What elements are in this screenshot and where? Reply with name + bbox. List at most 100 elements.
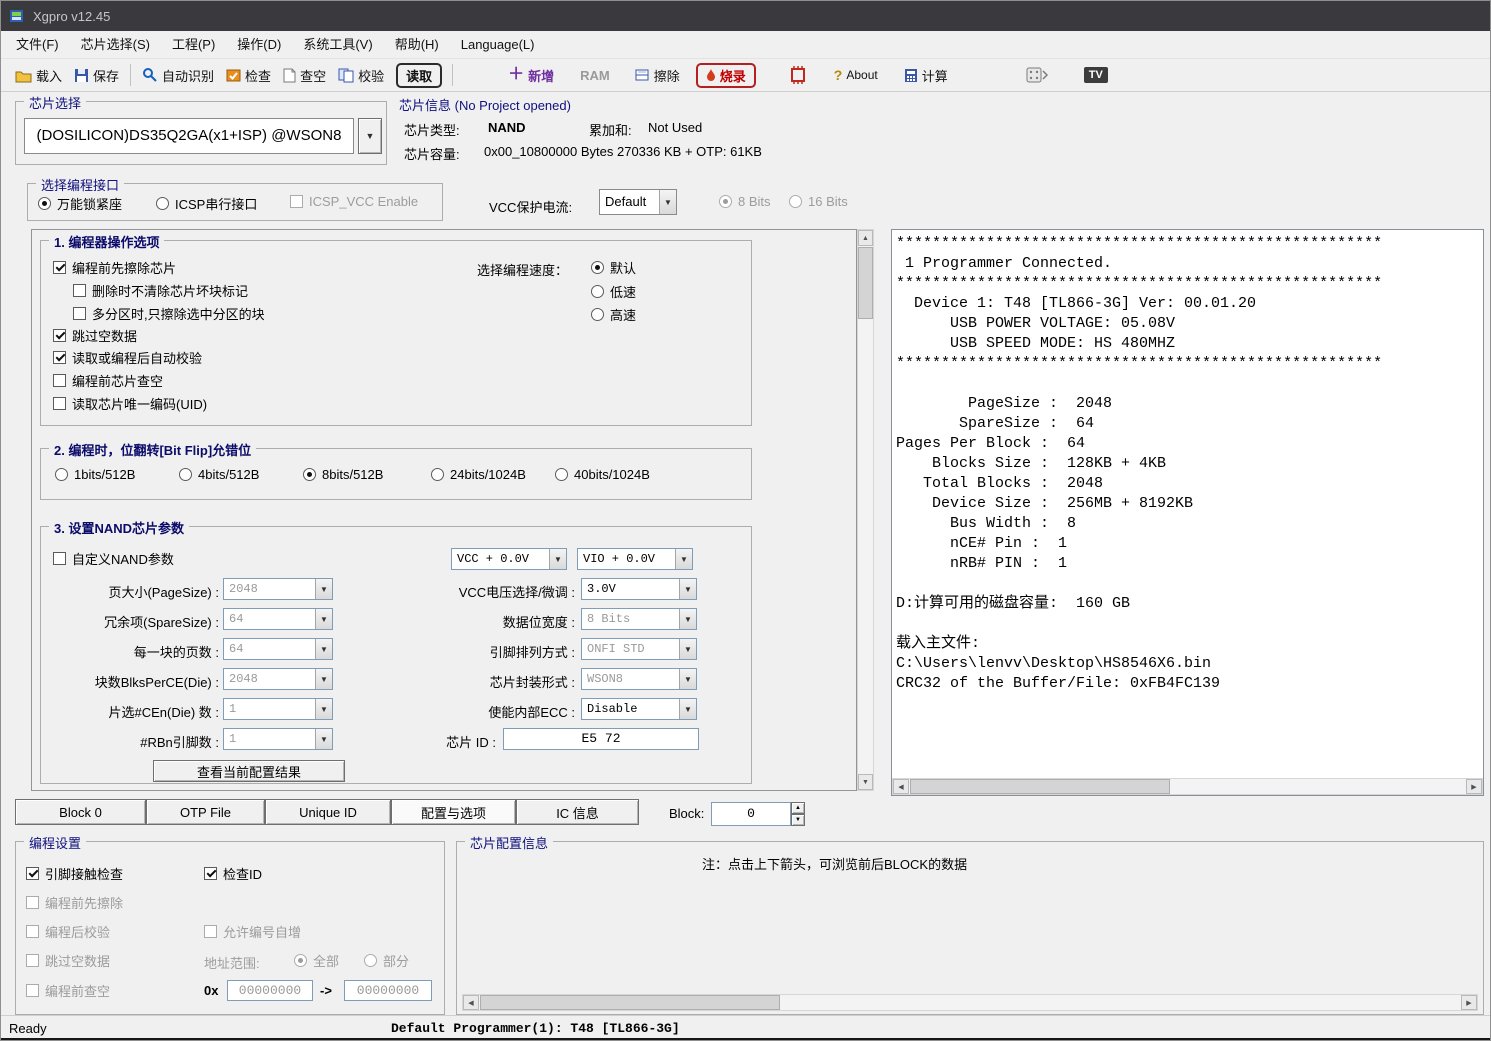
vcc-offset-select[interactable]: VCC + 0.0V ▼: [451, 548, 567, 570]
programmer-options-legend: 1. 编程器操作选项: [49, 232, 164, 251]
chip-select-value: (DOSILICON)DS35Q2GA(x1+ISP) @WSON8: [25, 119, 353, 153]
radio-bitflip-8[interactable]: 8bits/512B: [303, 467, 383, 482]
about-button[interactable]: ? About: [828, 65, 884, 85]
checkbox-blank-check-before[interactable]: 编程前芯片查空: [53, 371, 163, 390]
blank-check-button[interactable]: 查空: [277, 64, 332, 87]
burn-button[interactable]: 烧录: [696, 63, 756, 88]
calc-button[interactable]: 计算: [898, 64, 954, 87]
log-text: ****************************************…: [896, 234, 1382, 694]
checkbox-custom-nand[interactable]: 自定义NAND参数: [53, 549, 174, 568]
checkbox-auto-verify[interactable]: 读取或编程后自动校验: [53, 348, 202, 367]
radio-bitflip-4[interactable]: 4bits/512B: [179, 467, 259, 482]
tab-unique-id[interactable]: Unique ID: [265, 799, 391, 825]
radio-8bits[interactable]: 8 Bits: [719, 194, 771, 209]
log-hscroll-thumb[interactable]: [910, 779, 1170, 794]
checkbox-pin-contact-check[interactable]: 引脚接触检查: [26, 864, 123, 883]
vio-offset-select[interactable]: VIO + 0.0V ▼: [577, 548, 693, 570]
chip-id-field[interactable]: E5 72: [503, 728, 699, 750]
erase-button[interactable]: 擦除: [628, 64, 686, 87]
pagesize-select[interactable]: 2048 ▼: [223, 578, 333, 600]
radio-16bits[interactable]: 16 Bits: [789, 194, 848, 209]
nand-params-legend: 3. 设置NAND芯片参数: [49, 518, 189, 537]
socket-config-button[interactable]: [1020, 64, 1054, 86]
ce-count-select[interactable]: 1 ▼: [223, 698, 333, 720]
vcc-voltage-select[interactable]: 3.0V ▼: [581, 578, 697, 600]
scroll-left-arrow-icon[interactable]: ◀: [893, 779, 909, 794]
data-width-select[interactable]: 8 Bits ▼: [581, 608, 697, 630]
checkbox-icsp-vcc-enable[interactable]: ICSP_VCC Enable: [290, 194, 418, 209]
load-button[interactable]: 载入: [9, 64, 68, 87]
scroll-up-arrow-icon[interactable]: ▲: [858, 230, 873, 246]
blocks-per-ce-select[interactable]: 2048 ▼: [223, 668, 333, 690]
tab-config-options[interactable]: 配置与选项: [391, 799, 516, 825]
scroll-right-arrow-icon[interactable]: ▶: [1466, 779, 1482, 794]
checkbox-check-id[interactable]: 检查ID: [204, 864, 262, 883]
menu-file[interactable]: 文件(F): [5, 31, 70, 58]
sparesize-select[interactable]: 64 ▼: [223, 608, 333, 630]
scroll-down-arrow-icon[interactable]: ▼: [858, 774, 873, 790]
block-up-arrow-icon[interactable]: ▲: [791, 802, 805, 814]
ic-test-button[interactable]: [782, 64, 814, 86]
package-select[interactable]: WSON8 ▼: [581, 668, 697, 690]
auto-detect-button[interactable]: 自动识别: [136, 64, 220, 87]
menu-help[interactable]: 帮助(H): [384, 31, 450, 58]
radio-universal-socket[interactable]: 万能锁紧座: [38, 194, 122, 213]
radio-bitflip-24[interactable]: 24bits/1024B: [431, 467, 526, 482]
chip-select-dropdown-button[interactable]: ▼: [358, 118, 382, 154]
radio-bitflip-40[interactable]: 40bits/1024B: [555, 467, 650, 482]
addr-from-field[interactable]: 00000000: [227, 980, 313, 1001]
read-button[interactable]: 读取: [396, 63, 442, 88]
checkbox-erase-before-program[interactable]: 编程前先擦除芯片: [53, 258, 176, 277]
menu-tools[interactable]: 系统工具(V): [292, 31, 383, 58]
tab-otp-file[interactable]: OTP File: [146, 799, 265, 825]
question-icon: ?: [834, 67, 843, 83]
internal-ecc-select[interactable]: Disable ▼: [581, 698, 697, 720]
radio-speed-low[interactable]: 低速: [591, 282, 636, 301]
checkbox-erase-selected-partition[interactable]: 多分区时,只擦除选中分区的块: [73, 304, 265, 323]
chip-select-combo[interactable]: (DOSILICON)DS35Q2GA(x1+ISP) @WSON8: [24, 118, 354, 154]
tab-block0[interactable]: Block 0: [15, 799, 146, 825]
checkbox-skip-blank-data[interactable]: 跳过空数据: [26, 951, 110, 970]
vscroll-thumb[interactable]: [858, 247, 873, 319]
vcc-protect-select[interactable]: Default ▼: [599, 189, 677, 215]
status-ready: Ready: [9, 1021, 47, 1036]
radio-speed-default[interactable]: 默认: [591, 258, 636, 277]
tv-button[interactable]: TV: [1084, 67, 1108, 83]
tab-ic-info[interactable]: IC 信息: [516, 799, 639, 825]
checkbox-skip-blank[interactable]: 跳过空数据: [53, 326, 137, 345]
radio-addr-part[interactable]: 部分: [364, 951, 409, 970]
menu-language[interactable]: Language(L): [450, 31, 546, 58]
scroll-right-arrow-icon[interactable]: ▶: [1461, 995, 1477, 1010]
verify-button[interactable]: 校验: [332, 64, 390, 87]
block-down-arrow-icon[interactable]: ▼: [791, 814, 805, 826]
checkbox-serial-increment[interactable]: 允许编号自增: [204, 922, 301, 941]
log-hscrollbar[interactable]: ◀ ▶: [892, 778, 1483, 795]
checkbox-read-uid[interactable]: 读取芯片唯一编码(UID): [53, 394, 207, 413]
radio-icsp-port[interactable]: ICSP串行接口: [156, 194, 257, 213]
radio-bitflip-1[interactable]: 1bits/512B: [55, 467, 135, 482]
buffer-hscrollbar[interactable]: ◀ ▶: [462, 994, 1478, 1011]
radio-addr-all[interactable]: 全部: [294, 951, 339, 970]
view-config-button[interactable]: 查看当前配置结果: [153, 760, 345, 782]
check-button[interactable]: 检查: [220, 64, 277, 87]
pages-per-block-select[interactable]: 64 ▼: [223, 638, 333, 660]
addr-to-field[interactable]: 00000000: [344, 980, 432, 1001]
buffer-hscroll-thumb[interactable]: [480, 995, 780, 1010]
status-bar: Ready Default Programmer(1): T48 [TL866-…: [1, 1015, 1491, 1038]
radio-speed-high[interactable]: 高速: [591, 305, 636, 324]
scroll-left-arrow-icon[interactable]: ◀: [463, 995, 479, 1010]
checkbox-keep-badblock-marks[interactable]: 删除时不清除芯片坏块标记: [73, 281, 248, 300]
menu-project[interactable]: 工程(P): [161, 31, 226, 58]
checkbox-erase-before[interactable]: 编程前先擦除: [26, 893, 123, 912]
save-button[interactable]: 保存: [68, 64, 125, 87]
block-number-field[interactable]: 0: [711, 802, 791, 826]
checkbox-blank-check[interactable]: 编程前查空: [26, 981, 110, 1000]
menu-operation[interactable]: 操作(D): [226, 31, 292, 58]
pin-layout-select[interactable]: ONFI STD ▼: [581, 638, 697, 660]
flame-icon: [706, 69, 716, 82]
add-button[interactable]: ＋ 新增: [502, 64, 560, 87]
ram-button[interactable]: RAM: [574, 66, 616, 85]
options-vscrollbar[interactable]: ▲ ▼: [857, 229, 874, 791]
menu-chip-select[interactable]: 芯片选择(S): [70, 31, 161, 58]
checkbox-verify-after[interactable]: 编程后校验: [26, 922, 110, 941]
